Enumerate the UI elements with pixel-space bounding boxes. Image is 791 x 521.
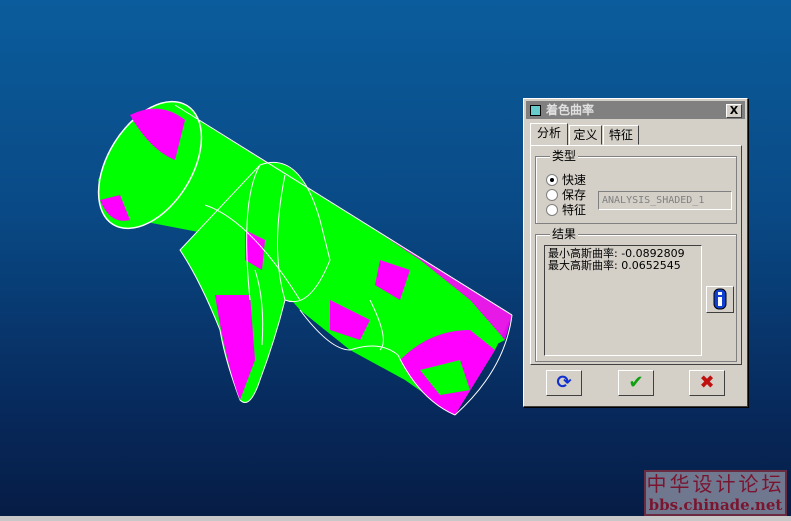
info-button[interactable] <box>706 286 734 313</box>
max-gaussian-curvature: 最大高斯曲率: 0.0652545 <box>548 259 681 272</box>
check-icon: ✔ <box>628 372 644 393</box>
refresh-button[interactable]: ⟳ <box>546 370 582 396</box>
tab-feature[interactable]: 特征 <box>603 125 639 145</box>
tab-definition[interactable]: 定义 <box>569 125 602 145</box>
dialog-title-bar[interactable]: 着色曲率 X <box>526 101 745 119</box>
radio-save[interactable]: 保存 <box>546 188 586 202</box>
analysis-name-input[interactable]: ANALYSIS_SHADED_1 <box>598 191 732 210</box>
radio-label: 特征 <box>562 203 587 217</box>
radio-label: 保存 <box>562 188 587 202</box>
curvature-shaded-model <box>97 100 513 416</box>
type-group: 类型 快速 保存 特征 ANALYSIS_SHADED_1 <box>535 149 737 224</box>
close-button[interactable]: X <box>726 104 742 118</box>
watermark-logo: 中华设计论坛 bbs.chinade.net <box>644 470 787 516</box>
watermark-url: bbs.chinade.net <box>648 496 783 514</box>
radio-dot <box>546 189 558 201</box>
cancel-button[interactable]: ✖ <box>689 370 725 396</box>
dialog-title: 着色曲率 <box>546 103 595 117</box>
results-group: 结果 最小高斯曲率: -0.0892809 最大高斯曲率: 0.0652545 <box>535 227 737 362</box>
type-group-label: 类型 <box>550 149 579 163</box>
status-strip <box>0 516 791 521</box>
x-icon: ✖ <box>699 372 715 393</box>
ok-button[interactable]: ✔ <box>618 370 654 396</box>
tab-panel: 类型 快速 保存 特征 ANALYSIS_SHADED_1 结果 最小高斯曲率:… <box>530 145 742 365</box>
radio-dot <box>546 174 558 186</box>
results-group-label: 结果 <box>550 227 579 241</box>
refresh-icon: ⟳ <box>556 372 572 393</box>
results-text-area[interactable]: 最小高斯曲率: -0.0892809 最大高斯曲率: 0.0652545 <box>544 245 702 356</box>
watermark-title: 中华设计论坛 <box>646 472 785 496</box>
tab-analysis[interactable]: 分析 <box>530 123 568 145</box>
radio-quick[interactable]: 快速 <box>546 173 586 187</box>
info-icon <box>713 288 727 310</box>
radio-label: 快速 <box>562 173 587 187</box>
shaded-curvature-dialog: 着色曲率 X 分析 定义 特征 类型 快速 保存 特征 ANALYSIS_SHA… <box>523 98 748 407</box>
window-icon <box>530 105 541 116</box>
radio-feature[interactable]: 特征 <box>546 203 586 217</box>
radio-dot <box>546 204 558 216</box>
